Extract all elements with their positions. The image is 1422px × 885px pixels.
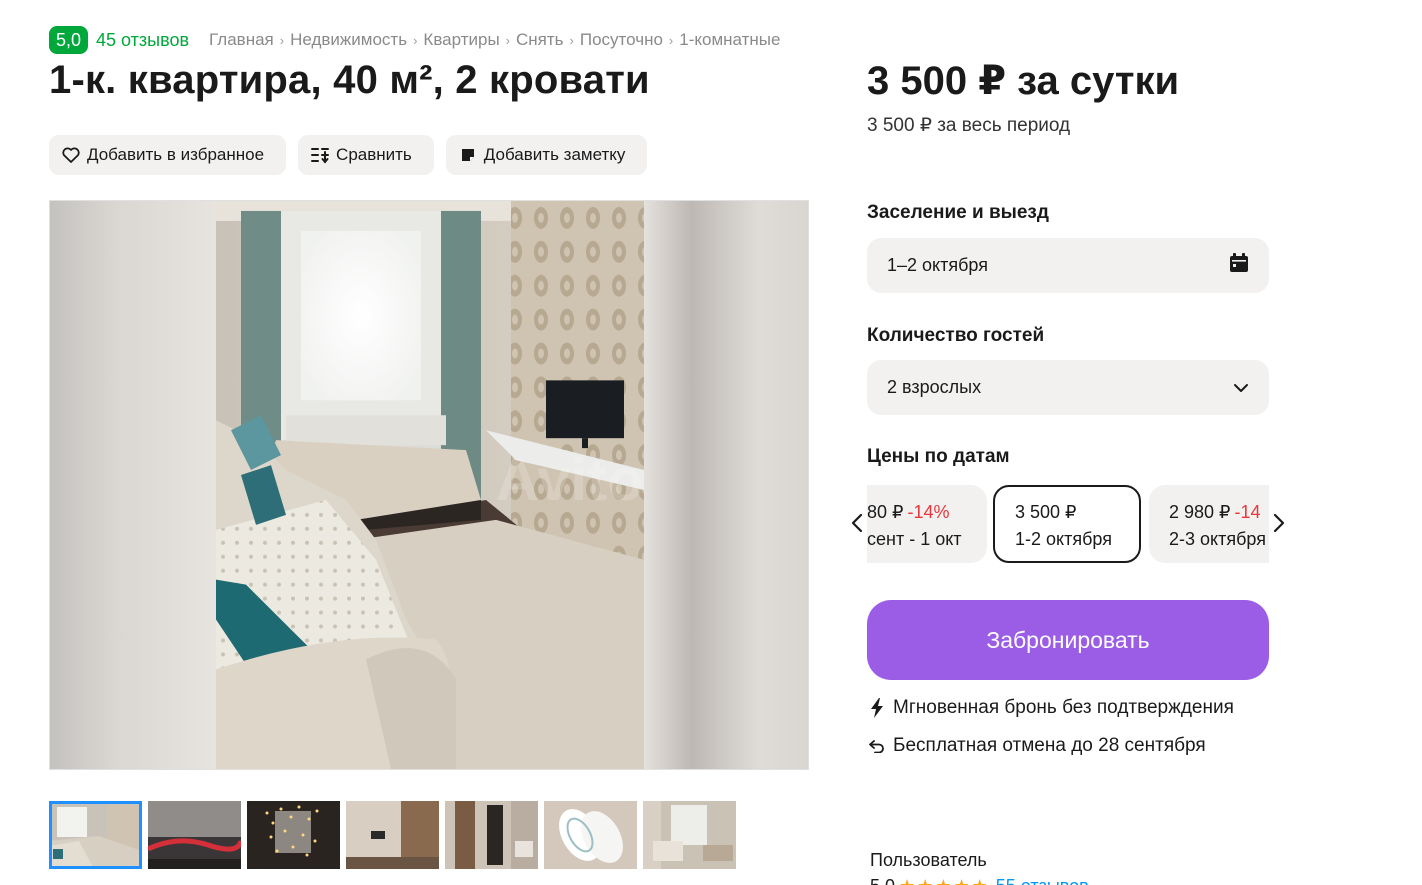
reviews-link[interactable]: 45 отзывов [96,30,189,51]
breadcrumb-separator-icon: › [569,32,574,48]
date-card-prev[interactable]: 80 ₽ -14% сент - 1 окт [867,485,987,563]
chevron-right-icon[interactable] [1270,511,1288,535]
chevron-down-icon [1233,377,1249,398]
breadcrumb-separator-icon: › [668,32,674,48]
calendar-icon [1229,253,1249,278]
date-card-price: 3 500 ₽ [1015,502,1077,522]
thumbnail-1[interactable] [49,801,142,869]
breadcrumb-separator-icon: › [279,32,285,48]
undo-icon [867,739,887,753]
feature-instant-booking: Мгновенная бронь без подтверждения [867,697,1234,719]
compare-button[interactable]: Сравнить [298,135,434,175]
add-to-favorites-label: Добавить в избранное [87,145,265,164]
main-photo[interactable]: Avito [216,201,644,769]
book-button[interactable]: Забронировать [867,600,1269,680]
seller-rating: 5,0 ★★★★★ 55 отзывов [870,876,1089,885]
star-rating-icon: ★★★★★ [899,876,990,885]
feature-free-cancel: Бесплатная отмена до 28 сентября [867,735,1206,757]
price-per-night: 3 500 ₽ за сутки [867,59,1180,103]
breadcrumb-separator-icon: › [413,32,418,48]
date-card-range: 2-3 октября [1169,529,1266,549]
add-note-label: Добавить заметку [483,145,626,164]
thumbnail-6[interactable] [544,801,637,869]
thumbnail-2[interactable] [148,801,241,869]
date-prices-carousel: 80 ₽ -14% сент - 1 окт 3 500 ₽ 1-2 октябр… [848,485,1288,563]
dates-prices-label: Цены по датам [867,446,1010,467]
breadcrumb-item-daily[interactable]: Посуточно [580,30,663,50]
date-cards-viewport: 80 ₽ -14% сент - 1 окт 3 500 ₽ 1-2 октябр… [867,485,1269,563]
thumbnail-strip [49,801,736,869]
thumbnail-7[interactable] [643,801,736,869]
seller-reviews-link[interactable]: 55 отзывов [996,876,1089,885]
seller-name[interactable]: Пользователь [870,850,987,871]
breadcrumb-item-rent[interactable]: Снять [516,30,564,50]
heart-icon [61,145,81,165]
feature-cancel-text: Бесплатная отмена до 28 сентября [893,735,1206,756]
add-to-favorites-button[interactable]: Добавить в избранное [49,135,287,175]
breadcrumb-item-home[interactable]: Главная [209,30,274,50]
page-title: 1-к. квартира, 40 м², 2 кровати [49,58,650,102]
lightning-icon [867,698,887,718]
thumbnail-4[interactable] [346,801,439,869]
date-card-range: сент - 1 окт [867,529,962,549]
date-card-discount: -14 [1234,502,1261,522]
chevron-left-icon[interactable] [848,511,866,535]
seller-rating-value: 5,0 [870,876,895,885]
breadcrumb: Главная › Недвижимость › Квартиры › Снят… [209,30,780,50]
date-card-discount: -14% [907,502,950,522]
date-card-price: 80 ₽ [867,502,904,522]
photo-gallery[interactable]: Avito [49,200,809,770]
date-card-price: 2 980 ₽ [1169,502,1231,522]
breadcrumb-separator-icon: › [505,32,510,48]
breadcrumb-item-realty[interactable]: Недвижимость [290,30,407,50]
compare-icon [310,145,330,165]
checkin-date-picker[interactable]: 1–2 октября [867,238,1269,293]
breadcrumb-item-one-room[interactable]: 1-комнатные [679,30,780,50]
watermark-text: Avito [496,446,644,513]
date-card-next[interactable]: 2 980 ₽ -14 2-3 октября [1149,485,1269,563]
rating-badge: 5,0 [49,26,89,54]
checkin-value: 1–2 октября [887,255,988,275]
guests-select[interactable]: 2 взрослых [867,360,1269,415]
date-card-selected[interactable]: 3 500 ₽ 1-2 октября [993,485,1141,563]
listing-actions: Добавить в избранное Сравнить Добавить з… [49,135,648,175]
guests-value: 2 взрослых [887,377,982,397]
checkin-label: Заселение и выезд [867,202,1049,223]
thumbnail-3[interactable] [247,801,340,869]
price-total-period: 3 500 ₽ за весь период [867,115,1071,136]
thumbnail-5[interactable] [445,801,538,869]
feature-instant-text: Мгновенная бронь без подтверждения [893,697,1234,718]
breadcrumb-item-apartments[interactable]: Квартиры [423,30,499,50]
date-card-range: 1-2 октября [1015,529,1112,549]
gallery-blur-right [642,201,808,769]
top-row: 5,0 45 отзывов Главная › Недвижимость › … [49,26,780,54]
gallery-blur-left [50,201,216,769]
add-note-button[interactable]: Добавить заметку [445,135,648,175]
guests-label: Количество гостей [867,325,1045,346]
note-icon [458,145,478,165]
compare-label: Сравнить [336,145,412,164]
